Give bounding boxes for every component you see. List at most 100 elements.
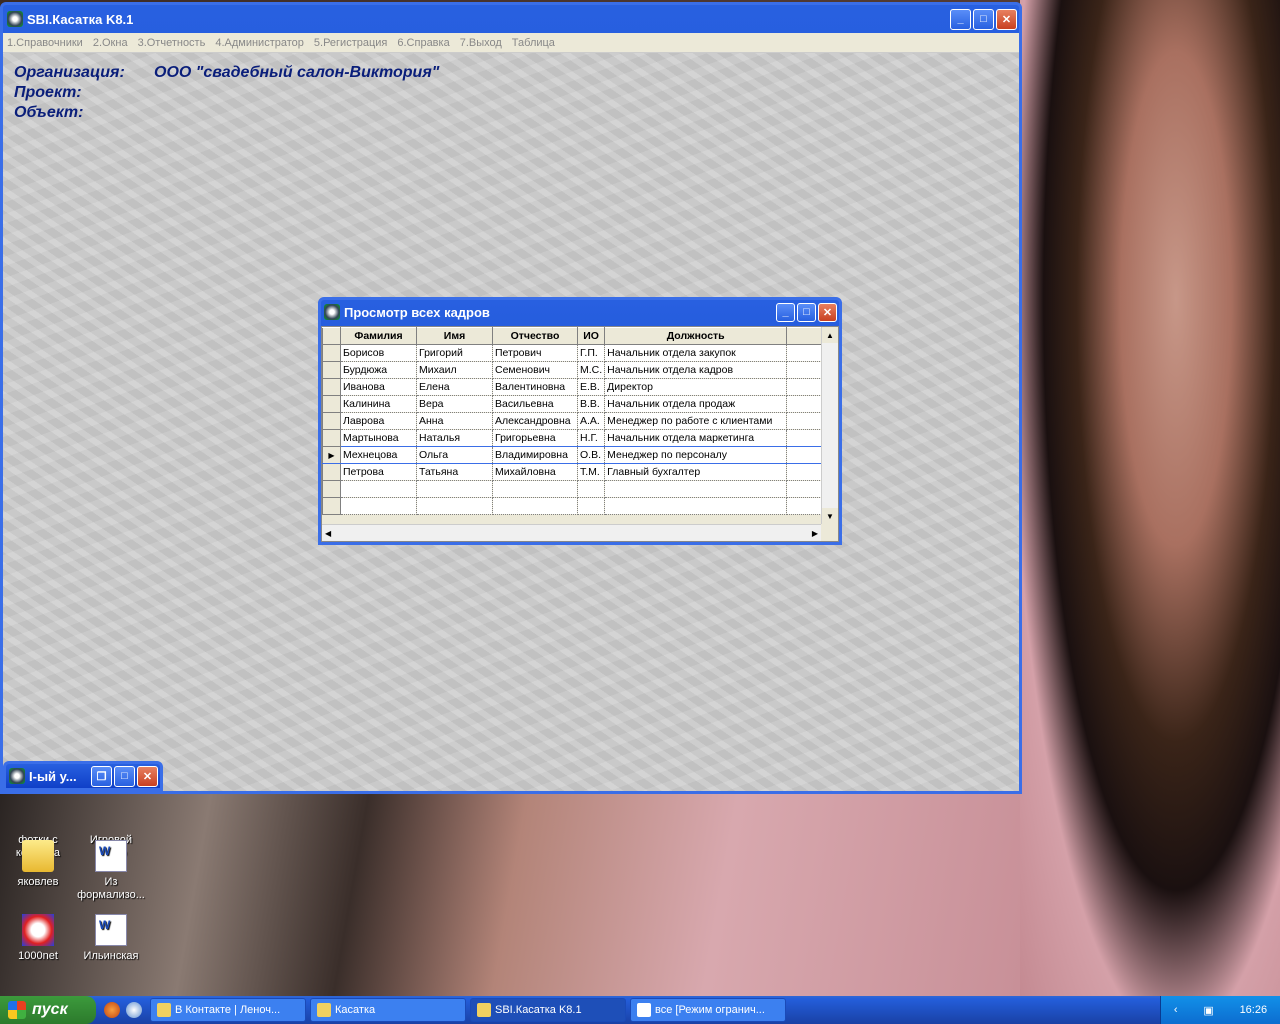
- row-indicator[interactable]: [322, 344, 341, 362]
- table-cell[interactable]: [492, 497, 578, 515]
- menu-item-okna[interactable]: 2.Окна: [93, 37, 128, 49]
- clock[interactable]: 16:26: [1240, 1004, 1268, 1016]
- taskbar-button-vkontakte[interactable]: В Контакте | Леноч...: [150, 998, 306, 1022]
- table-cell[interactable]: Е.В.: [576, 378, 606, 396]
- horizontal-scrollbar[interactable]: ◀ ▶: [322, 524, 821, 541]
- start-button[interactable]: пуск: [0, 996, 96, 1024]
- taskbar-button-word-doc[interactable]: все [Режим огранич...: [630, 998, 786, 1022]
- table-cell[interactable]: Менеджер по работе с клиентами: [604, 412, 788, 430]
- table-cell[interactable]: Григорий: [416, 344, 493, 362]
- table-cell[interactable]: [604, 480, 788, 498]
- close-button[interactable]: ✕: [996, 8, 1017, 30]
- table-row[interactable]: [322, 497, 825, 515]
- media-player-icon[interactable]: [126, 1002, 142, 1018]
- column-header-dolzhnost[interactable]: Должность: [604, 327, 788, 345]
- table-cell[interactable]: Мартынова: [340, 429, 417, 447]
- table-cell[interactable]: Александровна: [492, 412, 578, 430]
- table-cell[interactable]: Главный бухгалтер: [604, 463, 788, 481]
- column-header-familiya[interactable]: Фамилия: [340, 327, 417, 345]
- table-cell[interactable]: Васильевна: [492, 395, 578, 413]
- table-row[interactable]: Калинина Вера Васильевна В.В. Начальник отде…: [322, 395, 825, 413]
- table-cell[interactable]: Калинина: [340, 395, 417, 413]
- table-cell[interactable]: Валентиновна: [492, 378, 578, 396]
- table-cell[interactable]: Начальник отдела закупок: [604, 344, 788, 362]
- table-cell[interactable]: Петрова: [340, 463, 417, 481]
- row-indicator[interactable]: [322, 361, 341, 379]
- row-indicator[interactable]: [322, 480, 341, 498]
- table-cell[interactable]: Борисов: [340, 344, 417, 362]
- table-row[interactable]: Лаврова Анна Александровна А.А. Менеджер по …: [322, 412, 825, 430]
- table-cell[interactable]: Татьяна: [416, 463, 493, 481]
- taskbar-button-kasatka-folder[interactable]: Касатка: [310, 998, 466, 1022]
- table-cell[interactable]: Михайловна: [492, 463, 578, 481]
- minimize-button[interactable]: _: [776, 302, 795, 322]
- table-cell[interactable]: Иванова: [340, 378, 417, 396]
- table-cell[interactable]: Михаил: [416, 361, 493, 379]
- table-cell[interactable]: [576, 480, 606, 498]
- firefox-icon[interactable]: [104, 1002, 120, 1018]
- desktop-icon-ilinskaya[interactable]: Ильинская: [73, 914, 149, 963]
- table-cell[interactable]: Г.П.: [576, 344, 606, 362]
- table-cell[interactable]: Анна: [416, 412, 493, 430]
- table-row[interactable]: Бурдюжа Михаил Семенович М.С. Начальник отде…: [322, 361, 825, 379]
- scroll-up-arrow-icon[interactable]: ▲: [822, 327, 838, 343]
- desktop-icon-1000net[interactable]: 1000net: [0, 914, 76, 963]
- table-cell[interactable]: Наталья: [416, 429, 493, 447]
- table-cell[interactable]: Владимировна: [492, 446, 578, 464]
- close-button[interactable]: ✕: [818, 302, 837, 322]
- table-cell[interactable]: Григорьевна: [492, 429, 578, 447]
- menu-item-spravka[interactable]: 6.Справка: [397, 37, 449, 49]
- close-button[interactable]: ✕: [137, 765, 158, 787]
- taskbar-button-sbi-kasatka[interactable]: SBI.Касатка K8.1: [470, 998, 626, 1022]
- table-cell[interactable]: [416, 480, 493, 498]
- table-cell[interactable]: Ольга: [416, 446, 493, 464]
- scroll-down-arrow-icon[interactable]: ▼: [822, 508, 838, 524]
- table-cell[interactable]: О.В.: [576, 446, 606, 464]
- row-indicator[interactable]: [322, 412, 341, 430]
- table-cell[interactable]: Бурдюжа: [340, 361, 417, 379]
- restore-button[interactable]: ❐: [91, 765, 112, 787]
- row-indicator[interactable]: [322, 429, 341, 447]
- column-header-imya[interactable]: Имя: [416, 327, 493, 345]
- table-cell[interactable]: Директор: [604, 378, 788, 396]
- staff-grid[interactable]: Фамилия Имя Отчество ИО Должность Борисо…: [321, 326, 839, 542]
- table-cell[interactable]: [492, 480, 578, 498]
- maximize-button[interactable]: □: [973, 8, 994, 30]
- table-cell[interactable]: А.А.: [576, 412, 606, 430]
- network-icon[interactable]: ▣: [1203, 1004, 1213, 1017]
- row-indicator[interactable]: ▶: [322, 446, 341, 464]
- minimized-window[interactable]: І-ый у... ❐ □ ✕: [3, 761, 163, 791]
- scroll-right-arrow-icon[interactable]: ▶: [812, 529, 818, 538]
- vertical-scrollbar[interactable]: ▲ ▼: [821, 327, 838, 524]
- table-cell[interactable]: В.В.: [576, 395, 606, 413]
- column-header-io[interactable]: ИО: [576, 327, 606, 345]
- table-cell[interactable]: [576, 497, 606, 515]
- maximize-button[interactable]: □: [797, 302, 816, 322]
- table-cell[interactable]: Начальник отдела продаж: [604, 395, 788, 413]
- menu-item-otchetnost[interactable]: 3.Отчетность: [138, 37, 206, 49]
- table-cell[interactable]: Лаврова: [340, 412, 417, 430]
- main-title-bar[interactable]: SBI.Касатка K8.1 _ □ ✕: [3, 5, 1019, 33]
- table-cell[interactable]: Вера: [416, 395, 493, 413]
- column-header-otchestvo[interactable]: Отчество: [492, 327, 578, 345]
- table-cell[interactable]: [340, 480, 417, 498]
- table-row[interactable]: Петрова Татьяна Михайловна Т.М. Главный бухг…: [322, 463, 825, 481]
- row-indicator[interactable]: [322, 395, 341, 413]
- staff-window-title-bar[interactable]: Просмотр всех кадров _ □ ✕: [321, 300, 839, 324]
- tray-arrow-icon[interactable]: ‹: [1174, 1004, 1178, 1016]
- table-cell[interactable]: [340, 497, 417, 515]
- table-cell[interactable]: Начальник отдела кадров: [604, 361, 788, 379]
- row-indicator[interactable]: [322, 463, 341, 481]
- maximize-button[interactable]: □: [114, 765, 135, 787]
- table-cell[interactable]: Мехнецова: [340, 446, 417, 464]
- menu-item-spravochniki[interactable]: 1.Справочники: [7, 37, 83, 49]
- desktop-icon-yakovlev[interactable]: яковлев: [0, 840, 76, 889]
- row-indicator[interactable]: [322, 378, 341, 396]
- table-cell[interactable]: Начальник отдела маркетинга: [604, 429, 788, 447]
- table-row[interactable]: ▶ Мехнецова Ольга Владимировна О.В. Менеджер …: [322, 446, 825, 464]
- row-indicator[interactable]: [322, 497, 341, 515]
- table-cell[interactable]: Менеджер по персоналу: [604, 446, 788, 464]
- table-cell[interactable]: Елена: [416, 378, 493, 396]
- menu-item-registraciya[interactable]: 5.Регистрация: [314, 37, 387, 49]
- scroll-left-arrow-icon[interactable]: ◀: [325, 529, 331, 538]
